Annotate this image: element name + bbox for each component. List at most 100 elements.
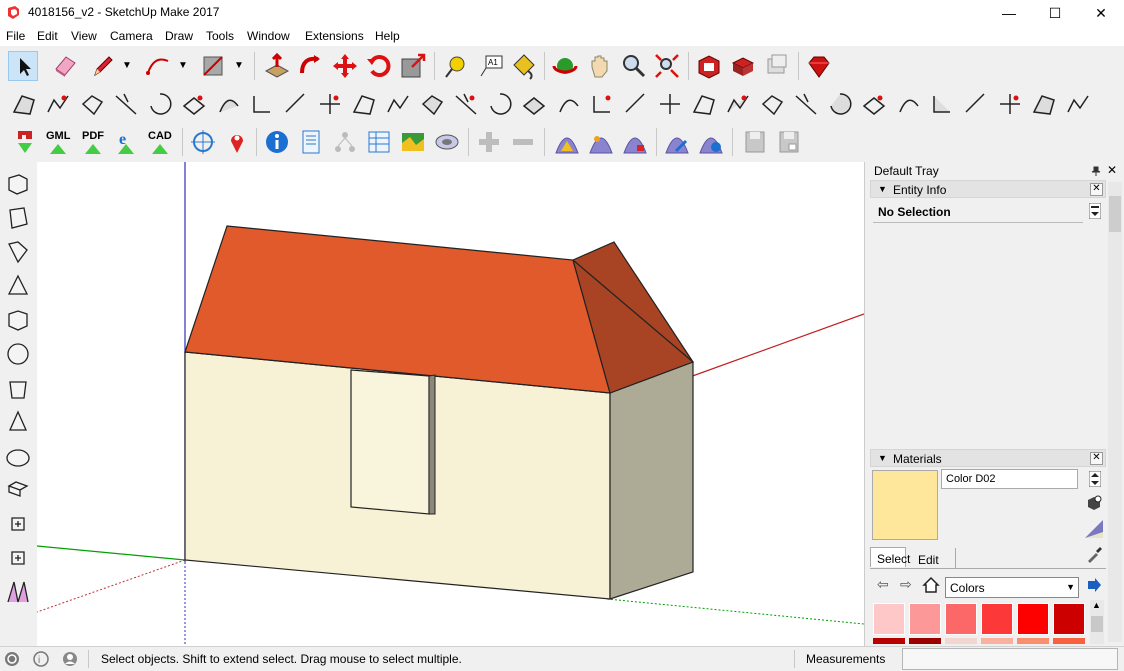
- eyedropper-icon[interactable]: [1085, 546, 1103, 564]
- box-icon[interactable]: [7, 481, 29, 497]
- break-icon[interactable]: [727, 95, 749, 113]
- color-swatch[interactable]: [873, 638, 905, 644]
- scroll-up-icon[interactable]: ▲: [1092, 600, 1101, 610]
- menu-extensions[interactable]: Extensions: [305, 29, 364, 43]
- select-chain-icon[interactable]: [12, 95, 35, 115]
- cylinder-icon[interactable]: [9, 381, 27, 399]
- color-swatch[interactable]: [909, 638, 941, 644]
- fan-icon[interactable]: [862, 95, 886, 115]
- bevel-icon[interactable]: [285, 93, 305, 113]
- tab-select[interactable]: Select: [870, 547, 910, 567]
- rotate-copy-icon[interactable]: [150, 93, 172, 115]
- stairs-straight-icon[interactable]: [1067, 95, 1089, 113]
- tray-scroll-thumb[interactable]: [1109, 196, 1121, 232]
- sphere-icon[interactable]: [6, 449, 30, 467]
- color-swatch[interactable]: [1017, 603, 1049, 635]
- stair-icon[interactable]: [830, 93, 852, 115]
- forward-arrow-icon[interactable]: ⇨: [900, 576, 912, 593]
- tab-edit[interactable]: Edit: [912, 548, 956, 568]
- pin-icon[interactable]: [1091, 166, 1101, 176]
- path-icon[interactable]: [522, 97, 546, 115]
- color-swatch[interactable]: [873, 603, 905, 635]
- follow-icon[interactable]: [219, 99, 239, 113]
- front-view-icon[interactable]: [8, 241, 28, 264]
- scale-tool-button[interactable]: [398, 51, 428, 81]
- chamfer-icon[interactable]: [593, 95, 611, 113]
- entity-info-header[interactable]: ▼ Entity Info ✕: [870, 180, 1106, 198]
- ie-export-icon[interactable]: e: [116, 128, 136, 156]
- material-name-field[interactable]: Color D02: [941, 469, 1078, 489]
- info-button[interactable]: [262, 127, 292, 157]
- materials-header[interactable]: ▼ Materials ✕: [870, 449, 1106, 467]
- fillet-icon[interactable]: [253, 96, 270, 113]
- orbit-tool-button[interactable]: [550, 51, 580, 81]
- push-pull-tool-button[interactable]: [262, 51, 292, 81]
- share-component-button[interactable]: [728, 51, 758, 81]
- materials-close-icon[interactable]: ✕: [1090, 452, 1103, 465]
- add-location-button[interactable]: [188, 127, 218, 157]
- cone-icon[interactable]: [8, 410, 28, 431]
- zoom-tool-button[interactable]: [618, 51, 648, 81]
- arc-tool-dropdown-icon[interactable]: ▼: [178, 60, 188, 71]
- color-swatch[interactable]: [1017, 638, 1049, 644]
- color-swatch[interactable]: [981, 638, 1013, 644]
- select-tool-button[interactable]: [8, 51, 38, 81]
- 3d-warehouse-button[interactable]: [694, 51, 724, 81]
- back-arrow-icon[interactable]: ⇦: [877, 576, 889, 593]
- entity-info-close-icon[interactable]: ✕: [1090, 183, 1103, 196]
- top-view-icon[interactable]: [9, 207, 28, 229]
- warning-button[interactable]: [552, 127, 582, 157]
- zoom-in-button[interactable]: [474, 127, 504, 157]
- split-icon[interactable]: [455, 93, 477, 115]
- menu-camera[interactable]: Camera: [110, 29, 153, 43]
- extension-warehouse-button[interactable]: [804, 51, 834, 81]
- materials-toggle-icon[interactable]: [1089, 471, 1101, 487]
- cad-export-label[interactable]: CAD: [148, 130, 172, 142]
- cut-icon[interactable]: [115, 93, 137, 115]
- mirror-icon[interactable]: [795, 93, 817, 115]
- section-plane-icon[interactable]: [7, 581, 29, 603]
- sample-paint-icon[interactable]: [1083, 518, 1105, 540]
- menu-draw[interactable]: Draw: [165, 29, 193, 43]
- terrain-button[interactable]: [398, 127, 428, 157]
- credits-icon[interactable]: i: [33, 651, 49, 667]
- color-swatch[interactable]: [909, 603, 941, 635]
- rotate-tool-button[interactable]: [364, 51, 394, 81]
- color-swatch[interactable]: [945, 638, 977, 644]
- bridge-icon[interactable]: [421, 95, 444, 116]
- scale-face-icon[interactable]: [692, 95, 715, 115]
- gis-import-button[interactable]: [10, 127, 40, 157]
- side-wall[interactable]: [609, 361, 694, 600]
- rail-icon[interactable]: [490, 93, 512, 115]
- shape-info-button[interactable]: [696, 127, 726, 157]
- 3d-viewport[interactable]: [37, 162, 864, 646]
- color-swatch[interactable]: [1053, 638, 1085, 644]
- color-swatch[interactable]: [945, 603, 977, 635]
- entity-info-toggle-icon[interactable]: [1089, 203, 1101, 219]
- geo-location-button[interactable]: [222, 127, 252, 157]
- eraser-tool-button[interactable]: [50, 51, 80, 81]
- diagonal-icon[interactable]: [660, 94, 680, 114]
- wedge-icon[interactable]: [387, 95, 409, 113]
- gml-export-label[interactable]: GML: [46, 130, 70, 142]
- library-dropdown[interactable]: Colors ▼: [945, 577, 1079, 598]
- iso-view-icon[interactable]: [8, 174, 28, 195]
- add-component-icon[interactable]: [11, 517, 25, 531]
- menu-tools[interactable]: Tools: [206, 29, 234, 43]
- minimize-button[interactable]: —: [986, 0, 1032, 26]
- tape-measure-tool-button[interactable]: [442, 51, 472, 81]
- details-arrow-icon[interactable]: [1086, 577, 1102, 593]
- arch-door-icon[interactable]: [933, 96, 950, 113]
- paint-bucket-tool-button[interactable]: [508, 51, 538, 81]
- report-button[interactable]: [296, 127, 326, 157]
- menu-edit[interactable]: Edit: [37, 29, 58, 43]
- tray-close-icon[interactable]: ✕: [1107, 163, 1117, 177]
- pan-tool-button[interactable]: [584, 51, 614, 81]
- table-button[interactable]: [364, 127, 394, 157]
- push-extrude-icon[interactable]: [182, 95, 206, 115]
- get-models-button[interactable]: [762, 51, 792, 81]
- swatch-scrollbar[interactable]: ▲: [1090, 600, 1104, 644]
- follow-me-tool-button[interactable]: [296, 51, 326, 81]
- user-account-icon[interactable]: [62, 651, 78, 667]
- sweep-icon[interactable]: [81, 95, 104, 116]
